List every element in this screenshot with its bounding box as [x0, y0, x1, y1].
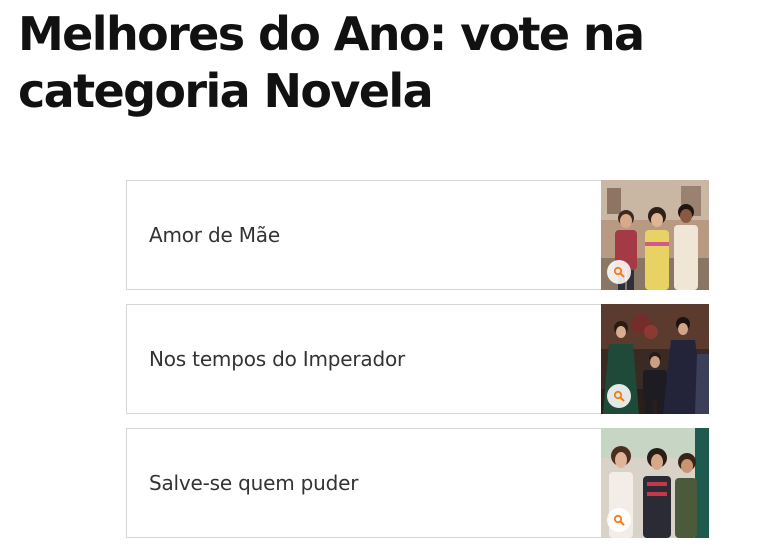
zoom-button[interactable] — [607, 384, 631, 408]
zoom-button[interactable] — [607, 508, 631, 532]
zoom-icon — [613, 390, 625, 402]
zoom-icon — [613, 514, 625, 526]
page-title: Melhores do Ano: vote na categoria Novel… — [18, 7, 645, 118]
poll-option-amor-de-mae[interactable]: Amor de Mãe — [126, 180, 709, 290]
poll-option-image[interactable] — [601, 180, 709, 290]
poll-option-label: Salve-se quem puder — [149, 471, 359, 495]
poll-option-label: Amor de Mãe — [149, 223, 280, 247]
poll-option-label: Nos tempos do Imperador — [149, 347, 406, 371]
poll-options-list: Amor de Mãe Nos tempos do Imperador Salv… — [126, 180, 709, 538]
poll-option-image[interactable] — [601, 304, 709, 414]
zoom-icon — [613, 266, 625, 278]
zoom-button[interactable] — [607, 260, 631, 284]
poll-option-salve-se-quem-puder[interactable]: Salve-se quem puder — [126, 428, 709, 538]
poll-option-nos-tempos-do-imperador[interactable]: Nos tempos do Imperador — [126, 304, 709, 414]
poll-option-image[interactable] — [601, 428, 709, 538]
